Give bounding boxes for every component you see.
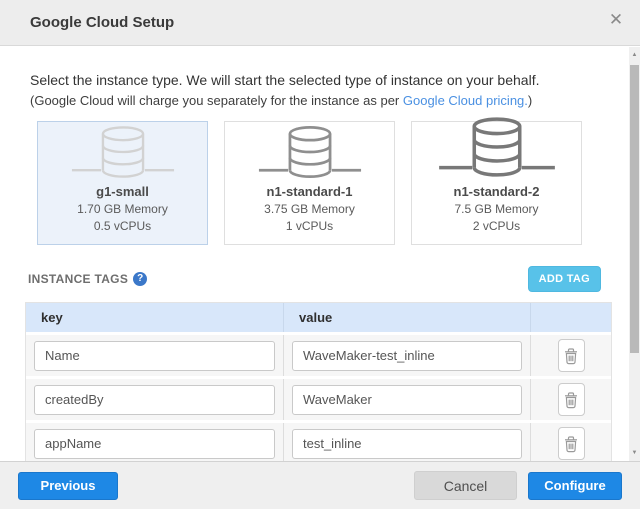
help-icon[interactable]: ? [133,272,147,286]
trash-icon [563,435,579,453]
instance-card-g1-small[interactable]: g1-small 1.70 GB Memory 0.5 vCPUs [37,121,208,245]
previous-button[interactable]: Previous [18,472,118,500]
column-header-actions [531,303,611,332]
table-row [26,376,611,420]
dialog-footer: Previous Cancel Configure [0,461,640,509]
tag-key-input[interactable] [34,429,275,459]
instance-memory: 1.70 GB Memory [77,201,168,218]
cancel-button[interactable]: Cancel [414,471,517,500]
dialog-body: Select the instance type. We will start … [0,47,629,461]
scroll-up-icon[interactable]: ▲ [629,48,640,62]
scroll-down-icon[interactable]: ▼ [629,446,640,460]
table-row [26,420,611,461]
instance-tags-table: key value [25,302,612,461]
database-icon [38,121,207,183]
instance-vcpus: 0.5 vCPUs [94,218,151,235]
instance-type-list: g1-small 1.70 GB Memory 0.5 vCPUs n1-sta… [37,121,629,245]
instance-vcpus: 2 vCPUs [473,218,520,235]
vertical-scrollbar[interactable]: ▲ ▼ [629,47,640,461]
scrollbar-thumb[interactable] [630,65,639,353]
dialog-header: Google Cloud Setup ✕ [0,0,640,46]
tag-key-input[interactable] [34,341,275,371]
table-header-row: key value [26,303,611,332]
delete-tag-button[interactable] [558,339,585,372]
add-tag-button[interactable]: ADD TAG [528,266,601,292]
database-icon [225,121,394,183]
instance-name: n1-standard-2 [454,183,540,201]
delete-tag-button[interactable] [558,383,585,416]
instance-tags-header: INSTANCE TAGS ? ADD TAG [28,266,601,292]
pricing-note-suffix: ) [528,93,532,108]
configure-button[interactable]: Configure [528,472,622,500]
instance-name: g1-small [96,183,149,201]
pricing-note: (Google Cloud will charge you separately… [30,93,599,108]
tag-key-input[interactable] [34,385,275,415]
trash-icon [563,391,579,409]
google-cloud-pricing-link[interactable]: Google Cloud pricing. [403,93,528,108]
close-icon[interactable]: ✕ [605,9,627,31]
tag-value-input[interactable] [292,429,522,459]
instance-card-n1-standard-2[interactable]: n1-standard-2 7.5 GB Memory 2 vCPUs [411,121,582,245]
column-header-key: key [26,303,284,332]
dialog-title: Google Cloud Setup [30,0,174,46]
pricing-note-prefix: (Google Cloud will charge you separately… [30,93,403,108]
instance-memory: 3.75 GB Memory [264,201,355,218]
instance-vcpus: 1 vCPUs [286,218,333,235]
intro-text: Select the instance type. We will start … [30,72,599,88]
database-icon [412,111,581,183]
instance-name: n1-standard-1 [267,183,353,201]
trash-icon [563,347,579,365]
instance-tags-label: INSTANCE TAGS [28,272,128,286]
column-header-value: value [284,303,531,332]
google-cloud-setup-dialog: Google Cloud Setup ✕ Select the instance… [0,0,640,509]
instance-memory: 7.5 GB Memory [454,201,538,218]
delete-tag-button[interactable] [558,427,585,460]
table-row [26,332,611,376]
tag-value-input[interactable] [292,341,522,371]
tag-value-input[interactable] [292,385,522,415]
instance-card-n1-standard-1[interactable]: n1-standard-1 3.75 GB Memory 1 vCPUs [224,121,395,245]
